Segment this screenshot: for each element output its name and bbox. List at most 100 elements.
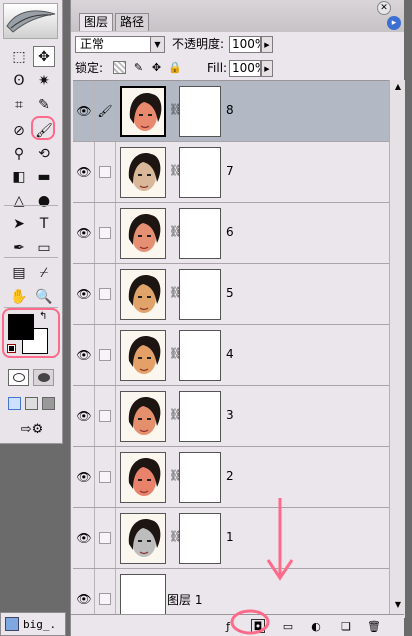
- clone-stamp-tool[interactable]: ⚲: [8, 143, 30, 164]
- path-selection-tool[interactable]: ➤: [8, 213, 30, 234]
- history-brush-tool[interactable]: ⟲: [33, 143, 55, 164]
- layer-mask-thumbnail[interactable]: [179, 391, 221, 442]
- layer-row[interactable]: 👁 ⛓ 5: [73, 264, 389, 325]
- standard-screen-mode-button[interactable]: [8, 397, 21, 410]
- lock-position-move-icon[interactable]: ✥: [150, 61, 163, 74]
- layer-link-toggle[interactable]: [95, 203, 116, 263]
- tab-layers[interactable]: 图层: [79, 13, 114, 31]
- layer-visibility-toggle[interactable]: 👁: [74, 203, 95, 263]
- delete-layer-button[interactable]: 🗑: [367, 619, 381, 633]
- layer-name: 1: [226, 530, 234, 544]
- layer-row[interactable]: 👁 ⛓ 7: [73, 142, 389, 203]
- layer-link-toggle[interactable]: [95, 569, 116, 618]
- layer-thumbnail[interactable]: [120, 86, 166, 137]
- dodge-tool[interactable]: ●: [33, 190, 55, 211]
- quick-mask-mode-button[interactable]: [33, 369, 54, 386]
- layer-visibility-toggle[interactable]: 👁: [74, 569, 95, 618]
- layer-visibility-toggle[interactable]: 👁: [74, 386, 95, 446]
- eye-icon: 👁: [76, 409, 92, 423]
- minimized-document-button[interactable]: big_.: [0, 612, 66, 636]
- full-screen-menu-mode-button[interactable]: [25, 397, 38, 410]
- layer-mask-thumbnail[interactable]: [179, 452, 221, 503]
- scroll-down-icon[interactable]: ▼: [392, 600, 404, 614]
- layer-visibility-toggle[interactable]: 👁: [74, 264, 95, 324]
- fill-slider-button[interactable]: ▶: [261, 60, 273, 77]
- link-box-icon: [99, 471, 111, 483]
- link-box-icon: [99, 227, 111, 239]
- layer-mask-thumbnail[interactable]: [179, 86, 221, 137]
- layer-thumbnail[interactable]: [120, 208, 166, 259]
- opacity-input[interactable]: 100%: [229, 36, 261, 53]
- layer-thumbnail[interactable]: [120, 452, 166, 503]
- chevron-down-icon: ▼: [150, 37, 164, 52]
- eyedropper-tool[interactable]: ⌿: [33, 262, 55, 283]
- jump-to-imageready-button[interactable]: ⇨⚙: [8, 420, 56, 438]
- palette-menu-button[interactable]: ▸: [387, 16, 401, 30]
- link-box-icon: [99, 349, 111, 361]
- pen-tool[interactable]: ✒: [8, 237, 30, 258]
- layer-mask-thumbnail[interactable]: [179, 208, 221, 259]
- zoom-tool[interactable]: 🔍: [33, 286, 55, 307]
- lasso-tool[interactable]: ʘ: [8, 70, 30, 91]
- layer-row[interactable]: 👁 ⛓ 4: [73, 325, 389, 386]
- tab-paths[interactable]: 路径: [115, 13, 150, 31]
- new-layer-set-button[interactable]: ▭: [281, 619, 295, 633]
- new-layer-button[interactable]: ❏: [339, 619, 353, 633]
- close-palette-button[interactable]: ✕: [377, 1, 391, 15]
- marquee-tool[interactable]: ⬚: [8, 46, 30, 67]
- move-tool[interactable]: ✥: [33, 46, 55, 67]
- layer-thumbnail[interactable]: [120, 513, 166, 564]
- layer-thumbnail[interactable]: [120, 269, 166, 320]
- layer-thumbnail[interactable]: [120, 330, 166, 381]
- layer-thumbnail[interactable]: [120, 147, 166, 198]
- layer-mask-thumbnail[interactable]: [179, 330, 221, 381]
- magic-wand-tool[interactable]: ✷: [33, 70, 55, 91]
- new-adjustment-layer-button[interactable]: ◐: [309, 619, 323, 633]
- layer-link-toggle[interactable]: [95, 142, 116, 202]
- layer-link-toggle[interactable]: [95, 386, 116, 446]
- layers-scrollbar[interactable]: ▲ ▼: [389, 80, 405, 618]
- layer-visibility-toggle[interactable]: 👁: [74, 447, 95, 507]
- layer-mask-thumbnail[interactable]: [179, 269, 221, 320]
- slice-tool[interactable]: ✎: [33, 94, 55, 115]
- layer-thumbnail[interactable]: [120, 574, 166, 618]
- opacity-slider-button[interactable]: ▶: [261, 36, 273, 53]
- layer-visibility-toggle[interactable]: 👁: [74, 142, 95, 202]
- photoshop-logo[interactable]: [3, 3, 58, 39]
- layer-link-toggle[interactable]: [95, 508, 116, 568]
- layer-thumbnail-image: [122, 88, 164, 135]
- hand-tool[interactable]: ✋: [8, 286, 30, 307]
- lock-image-brush-icon[interactable]: ✎: [132, 61, 145, 74]
- blur-tool[interactable]: △: [8, 190, 30, 211]
- lock-transparency-icon[interactable]: [113, 61, 126, 74]
- layer-link-toggle[interactable]: 🖌: [95, 81, 116, 141]
- shape-tool[interactable]: ▭: [33, 237, 55, 258]
- crop-tool[interactable]: ⌗: [8, 94, 30, 115]
- layer-visibility-toggle[interactable]: 👁: [74, 508, 95, 568]
- scroll-up-icon[interactable]: ▲: [392, 82, 404, 96]
- layer-thumbnail[interactable]: [120, 391, 166, 442]
- layer-mask-thumbnail[interactable]: [179, 513, 221, 564]
- layer-mask-thumbnail[interactable]: [179, 147, 221, 198]
- layer-link-toggle[interactable]: [95, 264, 116, 324]
- gradient-tool[interactable]: ▬: [33, 166, 55, 187]
- healing-brush-tool[interactable]: ⊘: [8, 120, 30, 141]
- layer-row[interactable]: 👁 ⛓ 1: [73, 508, 389, 569]
- layer-row[interactable]: 👁 ⛓ 3: [73, 386, 389, 447]
- type-tool[interactable]: T: [33, 213, 55, 234]
- lock-all-padlock-icon[interactable]: 🔒: [168, 61, 182, 74]
- notes-tool[interactable]: ▤: [8, 262, 30, 283]
- eye-icon: 👁: [76, 287, 92, 301]
- standard-mode-button[interactable]: [8, 369, 29, 386]
- layer-row[interactable]: 👁 ⛓ 6: [73, 203, 389, 264]
- layer-link-toggle[interactable]: [95, 447, 116, 507]
- fill-input[interactable]: 100%: [229, 60, 261, 77]
- eraser-tool[interactable]: ◧: [8, 166, 30, 187]
- layer-visibility-toggle[interactable]: 👁: [74, 325, 95, 385]
- layer-visibility-toggle[interactable]: 👁: [74, 81, 95, 141]
- layer-row[interactable]: 👁 🖌 ⛓ 8: [73, 81, 389, 142]
- layer-link-toggle[interactable]: [95, 325, 116, 385]
- blend-mode-select[interactable]: 正常 ▼: [75, 36, 165, 53]
- full-screen-mode-button[interactable]: [42, 397, 55, 410]
- layer-row[interactable]: 👁 ⛓ 2: [73, 447, 389, 508]
